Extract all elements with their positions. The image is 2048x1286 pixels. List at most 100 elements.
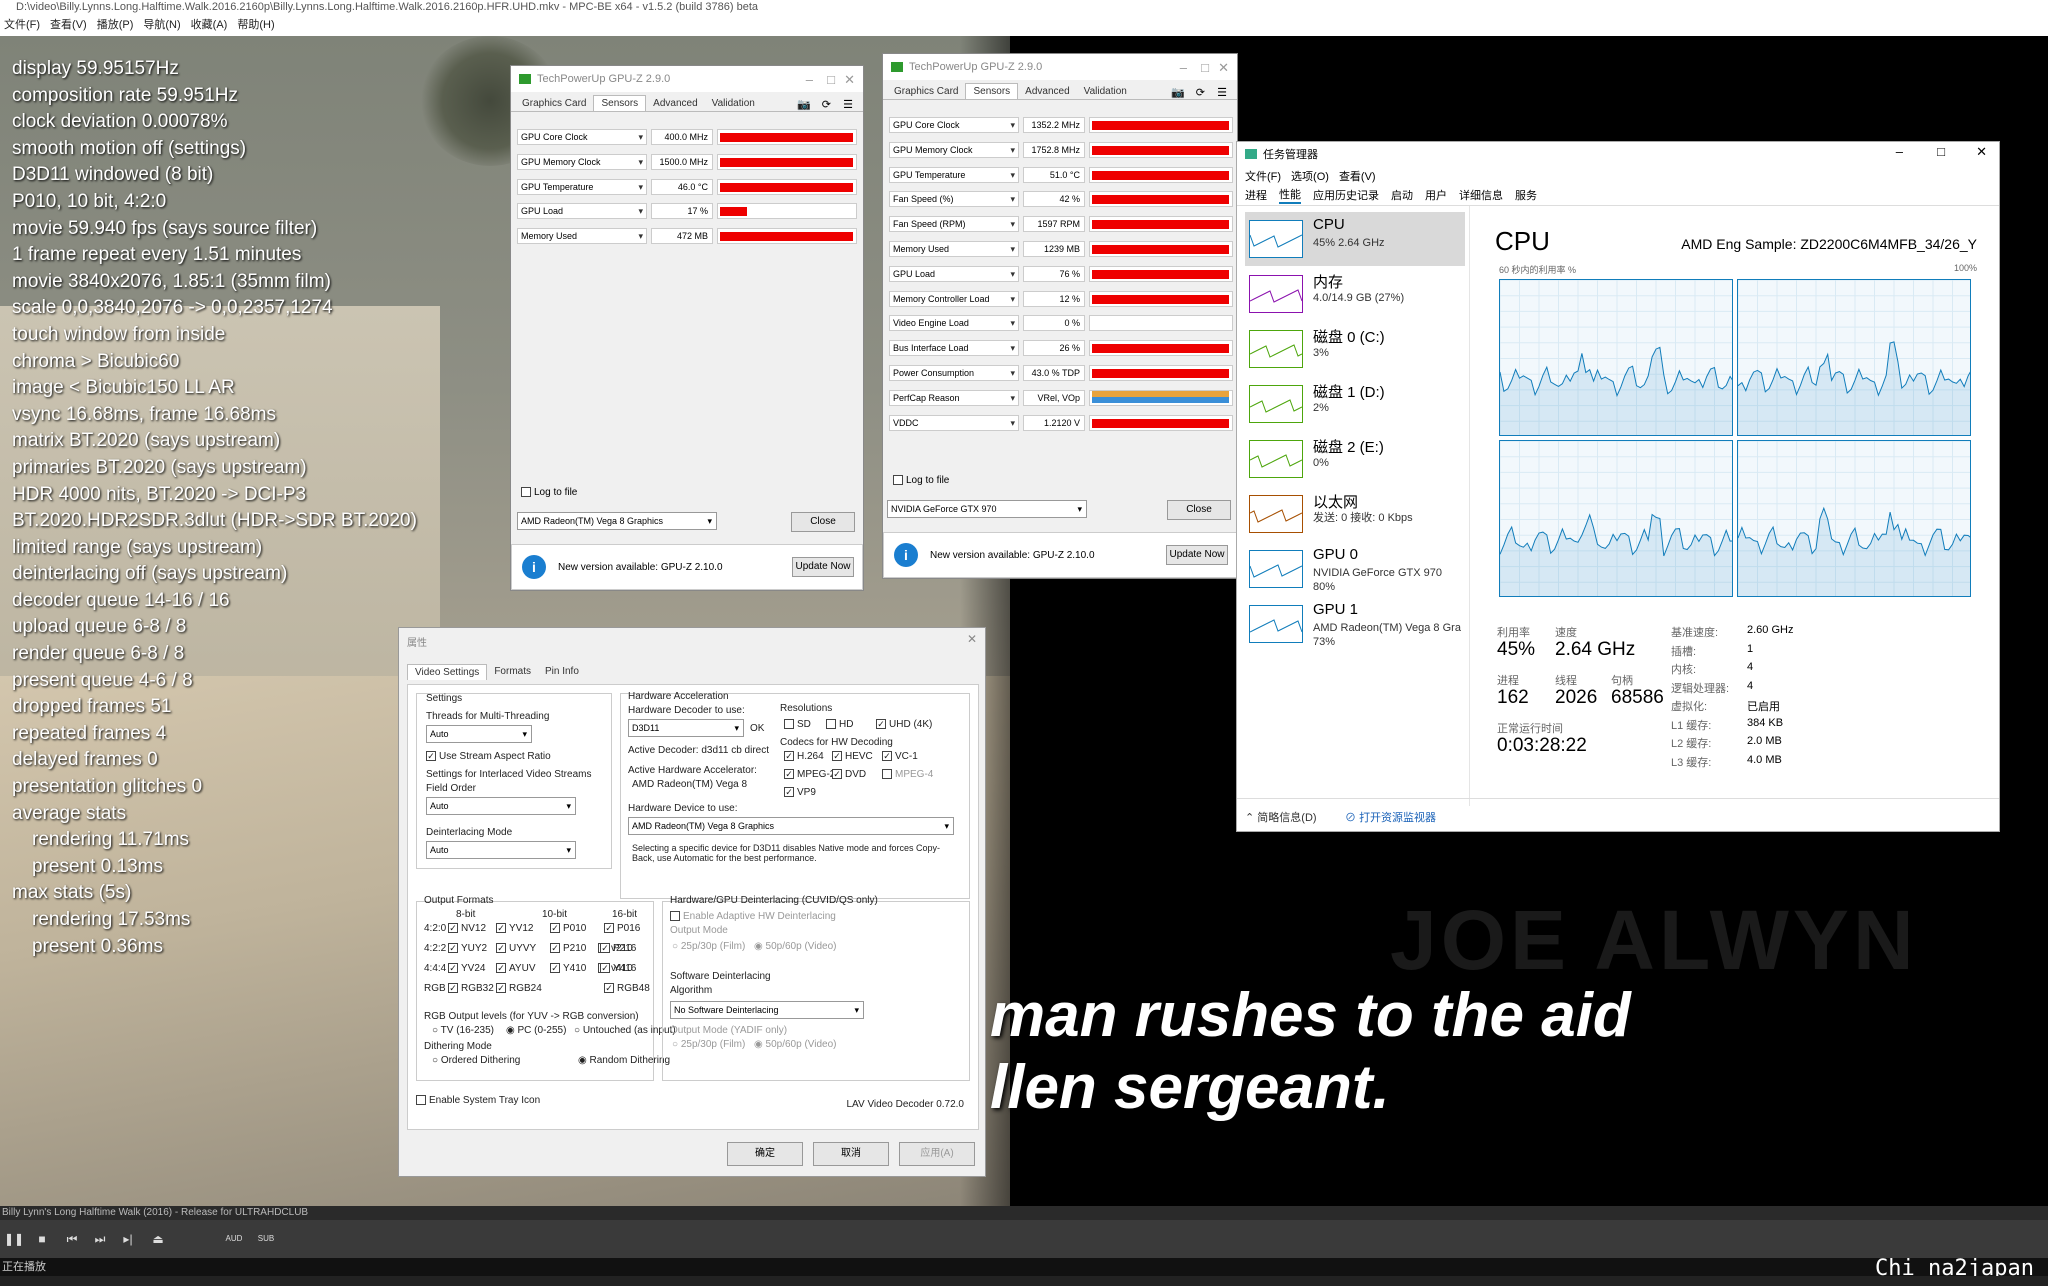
stream-aspect-checkbox[interactable]: ✓ Use Stream Aspect Ratio bbox=[426, 751, 551, 762]
pause-icon[interactable]: ❚❚ bbox=[4, 1229, 24, 1249]
tab-processes[interactable]: 进程 bbox=[1245, 187, 1267, 203]
perf-item-cpu[interactable]: CPU 45% 2.64 GHz bbox=[1245, 212, 1465, 266]
tray-icon-checkbox[interactable]: Enable System Tray Icon bbox=[416, 1095, 540, 1106]
perf-item-device[interactable]: 内存 4.0/14.9 GB (27%) bbox=[1245, 267, 1465, 321]
ordered-dither-radio[interactable]: ○ Ordered Dithering bbox=[432, 1055, 520, 1066]
tab-advanced[interactable]: Advanced bbox=[1018, 84, 1076, 99]
camera-icon[interactable]: 📷 bbox=[797, 98, 811, 111]
codec-dvd-checkbox[interactable]: ✓ DVD bbox=[832, 769, 866, 780]
rgb-pc-radio[interactable]: ◉ PC (0-255) bbox=[506, 1025, 566, 1036]
output-format-checkbox[interactable]: ✓ RGB32 bbox=[448, 983, 494, 994]
gpu-mode-film-radio[interactable]: ○ 25p/30p (Film) bbox=[672, 941, 745, 952]
tab-validation[interactable]: Validation bbox=[1077, 84, 1134, 99]
menu-icon[interactable]: ☰ bbox=[843, 98, 853, 111]
tab-formats[interactable]: Formats bbox=[487, 664, 538, 680]
rgb-tv-radio[interactable]: ○ TV (16-235) bbox=[432, 1025, 494, 1036]
tab-sensors[interactable]: Sensors bbox=[593, 95, 647, 111]
tab-services[interactable]: 服务 bbox=[1515, 187, 1537, 203]
sw-mode-film-radio[interactable]: ○ 25p/30p (Film) bbox=[672, 1039, 745, 1050]
menu-favorites[interactable]: 收藏(A) bbox=[189, 14, 230, 36]
res-sd-checkbox[interactable]: SD bbox=[784, 719, 811, 730]
menu-view[interactable]: 查看(V) bbox=[48, 14, 89, 36]
output-format-checkbox[interactable]: ✓ YUY2 bbox=[448, 943, 487, 954]
menu-options[interactable]: 选项(O) bbox=[1291, 168, 1329, 184]
cancel-button[interactable]: 取消 bbox=[813, 1142, 889, 1166]
output-format-checkbox[interactable]: ✓ YV24 bbox=[448, 963, 485, 974]
menu-file[interactable]: 文件(F) bbox=[1245, 168, 1281, 184]
tab-app-history[interactable]: 应用历史记录 bbox=[1313, 187, 1379, 203]
gpuz-close-button[interactable]: Close bbox=[1167, 500, 1231, 520]
output-format-checkbox[interactable]: ✓ P010 bbox=[550, 923, 586, 934]
eject-icon[interactable]: ⏏ bbox=[148, 1229, 168, 1249]
sensor-name-select[interactable]: Memory Used bbox=[517, 228, 647, 245]
fewer-details-link[interactable]: ⌃ 简略信息(D) bbox=[1245, 809, 1317, 825]
previous-icon[interactable]: ⏮ bbox=[62, 1229, 82, 1249]
refresh-icon[interactable]: ⟳ bbox=[822, 98, 831, 111]
res-hd-checkbox[interactable]: HD bbox=[826, 719, 853, 730]
close-icon[interactable]: ✕ bbox=[844, 72, 855, 88]
perf-item-device[interactable]: 磁盘 2 (E:) 0% bbox=[1245, 432, 1465, 486]
minimize-icon[interactable]: – bbox=[1896, 144, 1903, 159]
close-icon[interactable]: ✕ bbox=[967, 632, 977, 646]
log-to-file-checkbox[interactable]: Log to file bbox=[893, 475, 949, 486]
tab-video-settings[interactable]: Video Settings bbox=[407, 664, 488, 680]
camera-icon[interactable]: 📷 bbox=[1171, 86, 1185, 99]
output-format-checkbox[interactable]: ✓ Y410 bbox=[550, 963, 586, 974]
seek-bar[interactable]: Billy Lynn's Long Halftime Walk (2016) -… bbox=[0, 1206, 2048, 1220]
sensor-name-select[interactable]: Memory Controller Load bbox=[889, 290, 1019, 307]
stop-icon[interactable]: ■ bbox=[32, 1229, 52, 1249]
sensor-name-select[interactable]: GPU Load bbox=[517, 203, 647, 220]
output-format-checkbox[interactable]: ✓ P016 bbox=[604, 923, 640, 934]
sensor-name-select[interactable]: GPU Memory Clock bbox=[889, 141, 1019, 158]
codec-h264-checkbox[interactable]: ✓ H.264 bbox=[784, 751, 824, 762]
rgb-untouched-radio[interactable]: ○ Untouched (as input) bbox=[574, 1025, 676, 1036]
maximize-icon[interactable]: □ bbox=[827, 72, 835, 87]
sensor-name-select[interactable]: GPU Memory Clock bbox=[517, 153, 647, 170]
tab-details[interactable]: 详细信息 bbox=[1459, 187, 1503, 203]
field-order-select[interactable]: Auto bbox=[426, 797, 576, 815]
perf-item-device[interactable]: 磁盘 1 (D:) 2% bbox=[1245, 377, 1465, 431]
tab-performance[interactable]: 性能 bbox=[1279, 186, 1301, 204]
tab-sensors[interactable]: Sensors bbox=[965, 83, 1019, 99]
sensor-name-select[interactable]: GPU Temperature bbox=[517, 178, 647, 195]
output-format-checkbox[interactable]: ✓ RGB48 bbox=[604, 983, 650, 994]
sensor-name-select[interactable]: Memory Used bbox=[889, 241, 1019, 257]
algorithm-select[interactable]: No Software Deinterlacing bbox=[670, 1001, 864, 1019]
perf-item-device[interactable]: 以太网 发送: 0 接收: 0 Kbps bbox=[1245, 487, 1465, 541]
sensor-name-select[interactable]: GPU Load bbox=[889, 265, 1019, 282]
apply-button[interactable]: 应用(A) bbox=[899, 1142, 975, 1166]
output-format-checkbox[interactable]: ✓ NV12 bbox=[448, 923, 486, 934]
audio-track-button[interactable]: AUD bbox=[220, 1229, 248, 1249]
sensor-name-select[interactable]: Fan Speed (%) bbox=[889, 191, 1019, 208]
output-format-checkbox[interactable]: ✓ Y416 bbox=[600, 963, 636, 974]
menu-view[interactable]: 查看(V) bbox=[1339, 168, 1376, 184]
sensor-name-select[interactable]: Fan Speed (RPM) bbox=[889, 216, 1019, 233]
sensor-name-select[interactable]: VDDC bbox=[889, 414, 1019, 431]
update-now-button[interactable]: Update Now bbox=[792, 557, 854, 577]
tab-graphics-card[interactable]: Graphics Card bbox=[887, 84, 965, 99]
tab-startup[interactable]: 启动 bbox=[1391, 187, 1413, 203]
res-uhd-checkbox[interactable]: ✓ UHD (4K) bbox=[876, 719, 932, 730]
close-icon[interactable]: ✕ bbox=[1976, 144, 1987, 160]
sensor-name-select[interactable]: Video Engine Load bbox=[889, 315, 1019, 332]
output-format-checkbox[interactable]: ✓ P210 bbox=[550, 943, 586, 954]
open-resource-monitor-link[interactable]: ⊘ 打开资源监视器 bbox=[1345, 809, 1436, 825]
codec-hevc-checkbox[interactable]: ✓ HEVC bbox=[832, 751, 873, 762]
codec-vp9-checkbox[interactable]: ✓ VP9 bbox=[784, 787, 816, 798]
next-icon[interactable]: ⏭ bbox=[90, 1229, 110, 1249]
codec-mpeg4-checkbox[interactable]: MPEG-4 bbox=[882, 769, 933, 780]
codec-mpeg2-checkbox[interactable]: ✓ MPEG-2 bbox=[784, 769, 835, 780]
sensor-name-select[interactable]: GPU Temperature bbox=[889, 166, 1019, 183]
gpuz-device-select[interactable]: NVIDIA GeForce GTX 970 bbox=[887, 500, 1087, 518]
hw-decoder-select[interactable]: D3D11 bbox=[628, 719, 744, 737]
sw-mode-video-radio[interactable]: ◉ 50p/60p (Video) bbox=[754, 1039, 837, 1050]
menu-icon[interactable]: ☰ bbox=[1217, 86, 1227, 99]
perf-item-device[interactable]: 磁盘 0 (C:) 3% bbox=[1245, 322, 1465, 376]
output-format-checkbox[interactable]: ✓ RGB24 bbox=[496, 983, 542, 994]
tab-validation[interactable]: Validation bbox=[705, 96, 762, 111]
menu-navigate[interactable]: 导航(N) bbox=[141, 14, 182, 36]
output-format-checkbox[interactable]: ✓ AYUV bbox=[496, 963, 536, 974]
log-to-file-checkbox[interactable]: Log to file bbox=[521, 487, 577, 498]
maximize-icon[interactable]: □ bbox=[1201, 60, 1209, 75]
tab-graphics-card[interactable]: Graphics Card bbox=[515, 96, 593, 111]
